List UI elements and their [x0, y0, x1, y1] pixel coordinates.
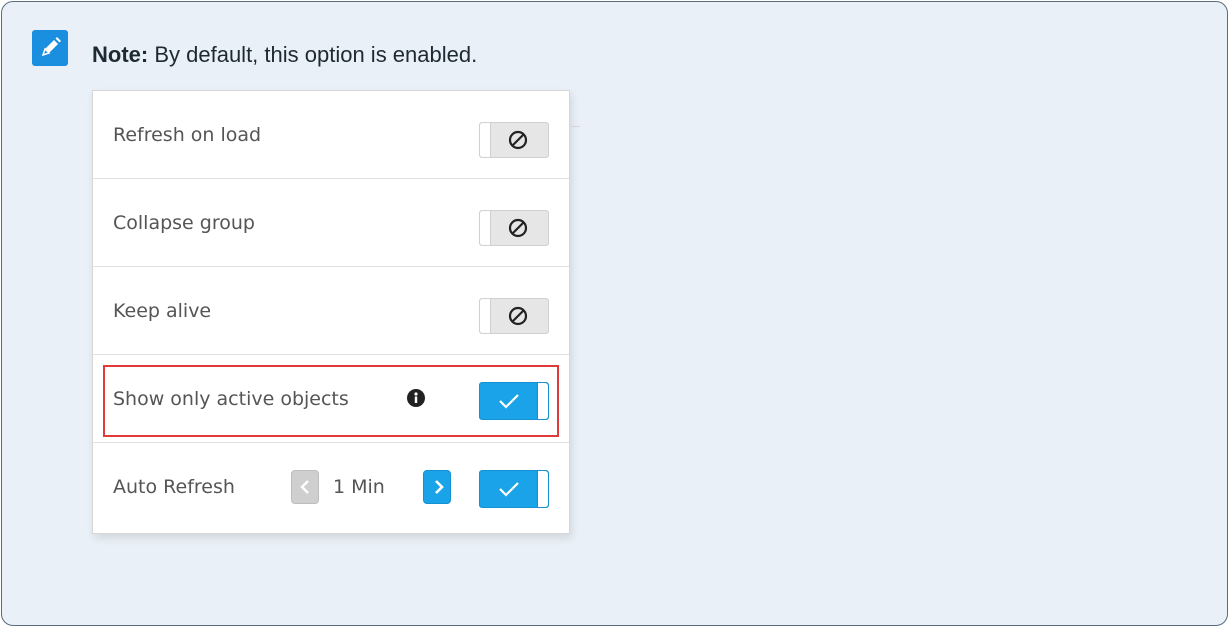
auto-refresh-toggle[interactable] [479, 470, 549, 508]
pencil-icon [32, 30, 68, 66]
setting-row-show-only-active-objects: Show only active objects [93, 355, 569, 443]
note-label: Note: [92, 42, 149, 67]
toggle-knob [480, 211, 491, 245]
increment-button[interactable] [423, 470, 451, 504]
disabled-icon [508, 306, 528, 326]
setting-label: Collapse group [113, 212, 255, 234]
collapse-group-toggle[interactable] [479, 210, 549, 246]
setting-label: Keep alive [113, 300, 212, 322]
setting-row-refresh-on-load: Refresh on load [93, 91, 569, 179]
disabled-icon [508, 130, 528, 150]
setting-row-auto-refresh: Auto Refresh 1 Min [93, 443, 569, 531]
note-text: Note: By default, this option is enabled… [92, 40, 477, 70]
settings-panel: Refresh on load Collapse group Keep aliv [92, 90, 570, 534]
setting-row-keep-alive: Keep alive [93, 267, 569, 355]
setting-label: Auto Refresh [113, 476, 235, 498]
check-icon [499, 482, 519, 497]
disabled-icon [508, 218, 528, 238]
toggle-knob [480, 123, 491, 157]
chevron-right-icon [435, 480, 444, 494]
info-icon[interactable] [407, 389, 425, 407]
toggle-knob [537, 471, 548, 507]
setting-label: Refresh on load [113, 124, 262, 146]
setting-row-collapse-group: Collapse group [93, 179, 569, 267]
toggle-knob [480, 299, 491, 333]
check-icon [499, 394, 519, 409]
decrement-button[interactable] [291, 470, 319, 504]
toggle-knob [537, 383, 548, 419]
keep-alive-toggle[interactable] [479, 298, 549, 334]
setting-label: Show only active objects [113, 388, 349, 410]
panel-divider [570, 126, 580, 127]
refresh-on-load-toggle[interactable] [479, 122, 549, 158]
chevron-left-icon [300, 480, 309, 494]
show-only-active-objects-toggle[interactable] [479, 382, 549, 420]
note-callout: Note: By default, this option is enabled… [1, 1, 1228, 626]
interval-value: 1 Min [333, 476, 385, 498]
note-body: By default, this option is enabled. [154, 42, 478, 67]
